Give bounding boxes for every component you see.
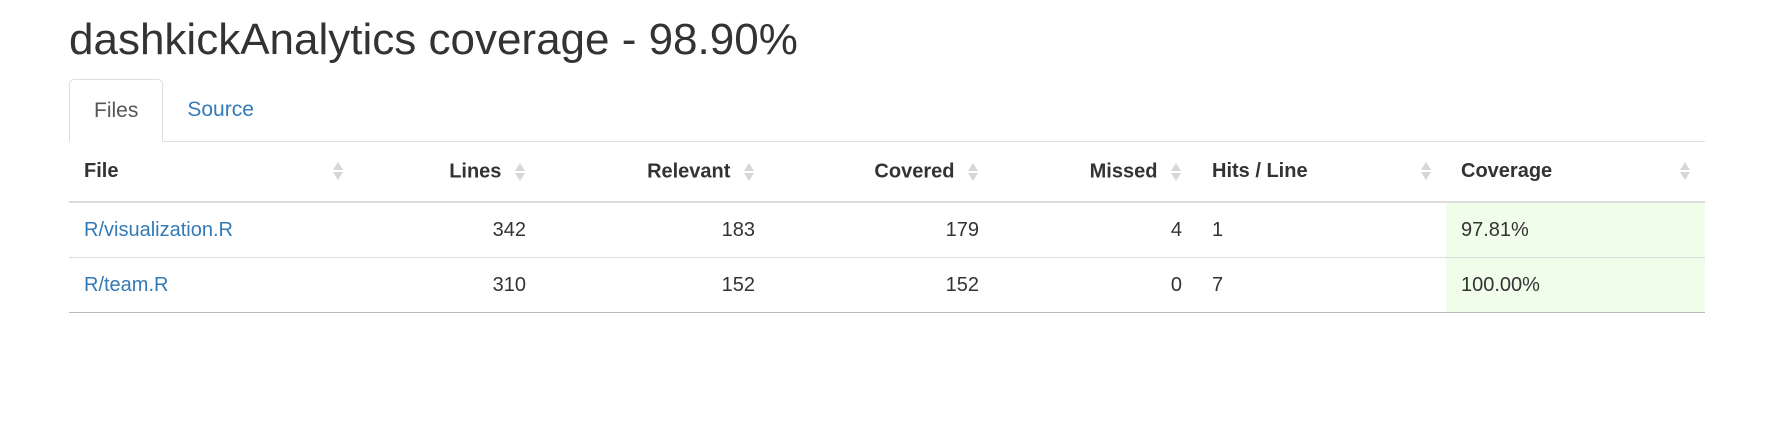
- missed-cell: 4: [994, 202, 1197, 258]
- column-header-lines-label: Lines: [449, 159, 502, 182]
- column-header-file-label: File: [84, 160, 119, 182]
- tab-source-label: Source: [187, 98, 254, 121]
- table-row: R/team.R 310 152 152 0 7 100.00%: [69, 257, 1705, 313]
- sort-icon[interactable]: [968, 160, 979, 184]
- tab-files[interactable]: Files: [69, 79, 164, 142]
- column-header-coverage-label: Coverage: [1461, 160, 1553, 182]
- column-header-relevant-label: Relevant: [647, 159, 731, 182]
- hits-per-line-cell: 7: [1197, 257, 1446, 313]
- missed-cell: 0: [994, 257, 1197, 313]
- page-container: dashkickAnalytics coverage - 98.90% File…: [69, 0, 1705, 313]
- file-cell: R/team.R: [69, 257, 358, 313]
- relevant-cell: 183: [541, 202, 770, 258]
- column-header-file[interactable]: File: [69, 142, 358, 203]
- covered-cell: 179: [770, 202, 994, 258]
- hits-per-line-cell: 1: [1197, 202, 1446, 258]
- tab-files-label: Files: [94, 98, 139, 122]
- lines-cell: 342: [358, 202, 541, 258]
- coverage-cell: 97.81%: [1446, 202, 1705, 258]
- column-header-coverage[interactable]: Coverage: [1446, 142, 1705, 203]
- column-header-relevant[interactable]: Relevant: [541, 142, 770, 203]
- sort-icon[interactable]: [1421, 159, 1432, 183]
- sort-icon[interactable]: [515, 160, 526, 184]
- column-header-missed-label: Missed: [1089, 159, 1158, 182]
- column-header-missed[interactable]: Missed: [994, 142, 1197, 203]
- page-title: dashkickAnalytics coverage - 98.90%: [69, 15, 798, 64]
- coverage-cell: 100.00%: [1446, 257, 1705, 313]
- covered-cell: 152: [770, 257, 994, 313]
- file-cell: R/visualization.R: [69, 202, 358, 258]
- tab-source[interactable]: Source: [163, 79, 278, 141]
- relevant-cell: 152: [541, 257, 770, 313]
- column-header-hits-per-line[interactable]: Hits / Line: [1197, 142, 1446, 203]
- column-header-hits-per-line-label: Hits / Line: [1212, 160, 1308, 182]
- column-header-covered-label: Covered: [874, 159, 955, 182]
- column-header-covered[interactable]: Covered: [770, 142, 994, 203]
- sort-icon[interactable]: [744, 160, 755, 184]
- tab-bar: Files Source: [69, 79, 1705, 142]
- file-link[interactable]: R/team.R: [84, 274, 168, 296]
- file-link[interactable]: R/visualization.R: [84, 219, 233, 241]
- column-header-lines[interactable]: Lines: [358, 142, 541, 203]
- coverage-table: File Lines Relevant Covered Missed Hits …: [69, 142, 1705, 313]
- table-header-row: File Lines Relevant Covered Missed Hits …: [69, 142, 1705, 203]
- lines-cell: 310: [358, 257, 541, 313]
- sort-icon[interactable]: [1680, 159, 1691, 183]
- sort-icon[interactable]: [1171, 160, 1182, 184]
- table-row: R/visualization.R 342 183 179 4 1 97.81%: [69, 202, 1705, 258]
- sort-icon[interactable]: [333, 159, 344, 183]
